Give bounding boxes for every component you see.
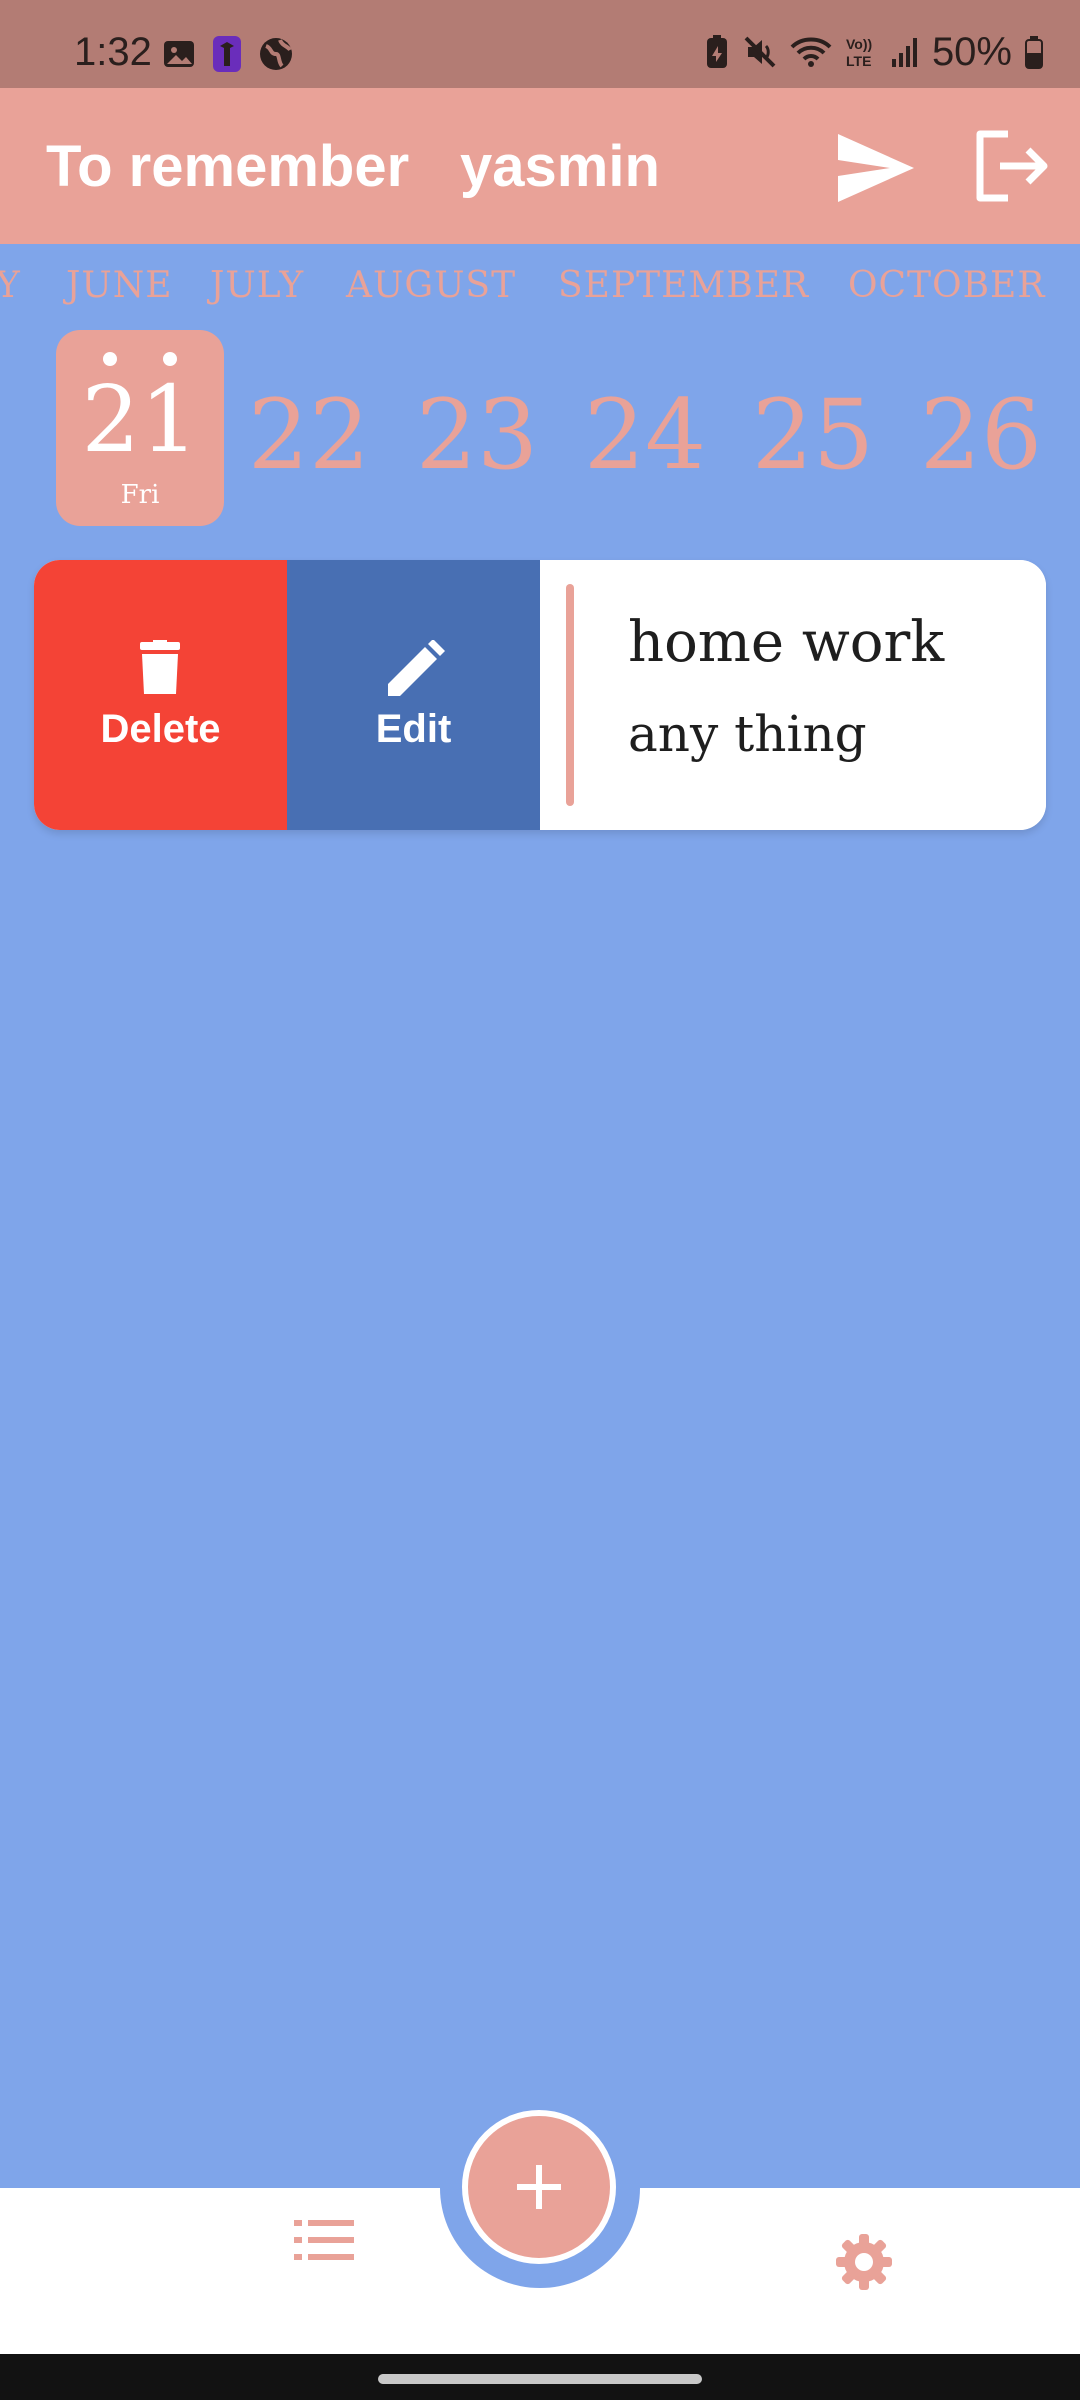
system-gesture-bar <box>0 2354 1080 2400</box>
battery-icon <box>1025 36 1043 69</box>
date-item[interactable]: 26 <box>906 380 1056 490</box>
globe-icon <box>260 38 292 70</box>
settings-icon[interactable] <box>834 2232 894 2292</box>
logout-icon[interactable] <box>972 126 1052 206</box>
app-screen: 1:32 Vo)) LTE 50% To remember yasmin Y J… <box>0 0 1080 2400</box>
svg-text:Vo)): Vo)) <box>846 36 872 52</box>
battery-saver-icon <box>706 35 727 68</box>
selected-date-number: 21 <box>81 366 199 473</box>
date-item[interactable]: 25 <box>738 380 888 490</box>
battery-percent: 50% <box>931 30 1012 74</box>
selected-date-day: Fri <box>120 480 160 510</box>
volte-icon: Vo)) LTE <box>846 36 872 69</box>
status-time: 1:32 <box>74 30 152 74</box>
status-right-icons: Vo)) LTE 50% <box>704 32 1044 72</box>
task-note: any thing <box>628 705 867 763</box>
month-item[interactable]: OCTOBER <box>848 266 1045 306</box>
status-bar: 1:32 Vo)) LTE 50% <box>0 0 1080 88</box>
task-title: home work <box>628 610 945 675</box>
trash-icon <box>140 640 180 694</box>
list-icon[interactable] <box>294 2218 354 2262</box>
date-item-selected[interactable]: 21 Fri <box>56 330 224 526</box>
delete-button[interactable]: Delete <box>34 560 287 830</box>
app-bar: To remember yasmin <box>0 88 1080 244</box>
mute-icon <box>744 36 776 68</box>
date-item[interactable]: 0 <box>0 380 42 490</box>
app-title: To remember <box>46 134 410 199</box>
date-item[interactable]: 23 <box>402 380 552 490</box>
pencil-icon <box>388 640 445 696</box>
month-item[interactable]: JULY <box>210 266 304 306</box>
task-content[interactable]: home work any thing <box>540 560 1046 830</box>
date-item[interactable]: 24 <box>570 380 720 490</box>
user-name: yasmin <box>460 134 660 199</box>
edit-label: Edit <box>375 707 452 751</box>
svg-text:LTE: LTE <box>846 53 871 69</box>
add-icon <box>517 2165 561 2209</box>
task-accent-bar <box>566 584 574 806</box>
gallery-icon <box>164 41 194 67</box>
signal-icon <box>891 38 917 67</box>
edit-button[interactable]: Edit <box>287 560 540 830</box>
date-selector: 0 21 Fri 22 23 24 25 26 <box>0 320 1080 540</box>
month-item[interactable]: Y <box>0 266 21 306</box>
month-item[interactable]: SEPTEMBER <box>558 266 809 306</box>
home-gesture-handle[interactable] <box>378 2374 702 2384</box>
month-selector: Y JUNE JULY AUGUST SEPTEMBER OCTOBER <box>0 244 1080 324</box>
task-card[interactable]: Delete Edit home work any thing <box>34 560 1046 830</box>
month-item[interactable]: AUGUST <box>346 266 516 306</box>
delete-label: Delete <box>100 707 221 751</box>
send-icon[interactable] <box>834 128 918 208</box>
month-item[interactable]: JUNE <box>66 266 173 306</box>
wifi-icon <box>790 37 832 67</box>
date-item[interactable]: 22 <box>234 380 384 490</box>
status-left-icons <box>162 34 294 74</box>
app-notification-icon <box>213 36 241 72</box>
add-button[interactable] <box>462 2110 616 2264</box>
